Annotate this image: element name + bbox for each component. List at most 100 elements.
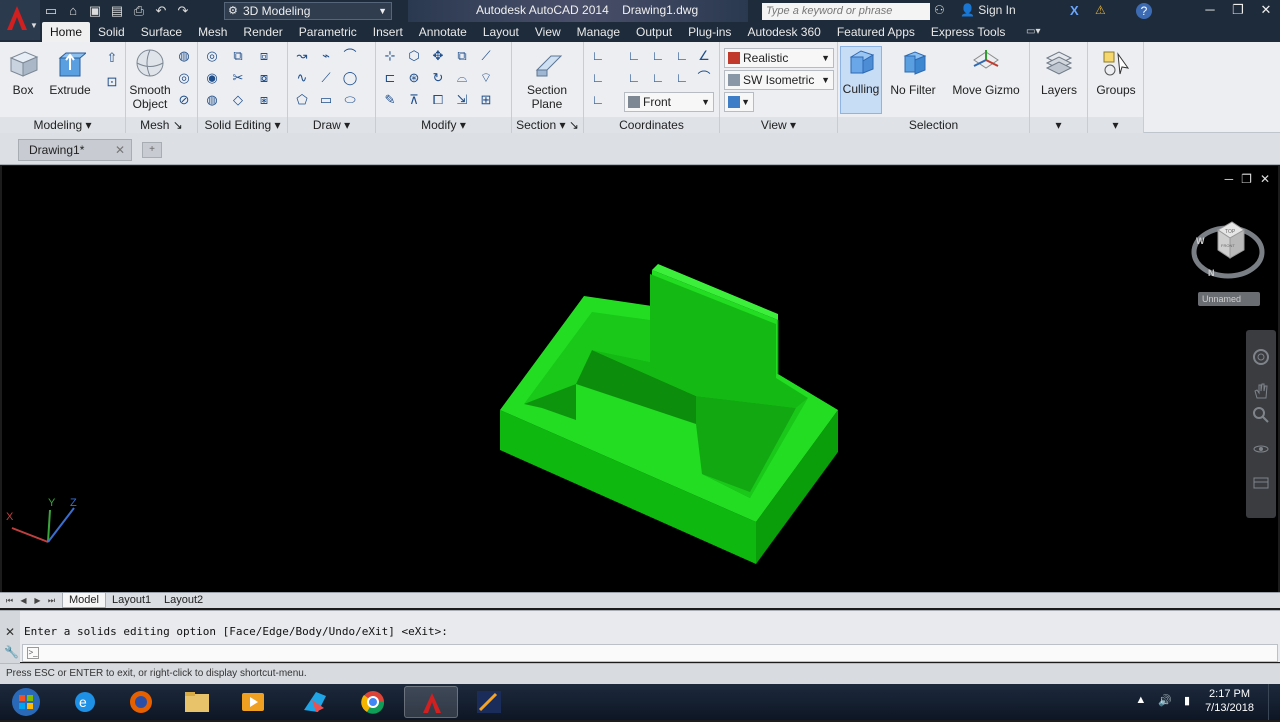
panel-title-section[interactable]: Section ▾ ↘ [512, 117, 583, 133]
prev-layout-icon[interactable]: ◀ [18, 595, 29, 606]
ellipse-icon[interactable]: ⬭ [340, 90, 360, 110]
search-input[interactable]: Type a keyword or phrase [762, 3, 930, 20]
save-icon[interactable]: ▣ [86, 2, 104, 20]
tab-express-tools[interactable]: Express Tools [923, 22, 1013, 42]
close-icon[interactable]: ✕ [5, 625, 15, 639]
ucs-named-icon[interactable]: ⌒ [694, 68, 714, 88]
tab-solid[interactable]: Solid [90, 22, 133, 42]
save-as-icon[interactable]: ▤ [108, 2, 126, 20]
ucs-3point-icon[interactable]: ∟ [672, 68, 692, 88]
visual-style-dropdown[interactable]: Realistic ▼ [724, 48, 834, 68]
stretch-icon[interactable]: ⇲ [452, 90, 472, 110]
ribbon-toggle-icon[interactable]: ▭▾ [1026, 26, 1040, 37]
panel-title-coordinates[interactable]: Coordinates [584, 117, 719, 133]
tab-featured-apps[interactable]: Featured Apps [829, 22, 923, 42]
redo-icon[interactable]: ↷ [174, 2, 192, 20]
view-direction-dropdown[interactable]: SW Isometric ▼ [724, 70, 834, 90]
taskbar-firefox[interactable] [114, 686, 168, 718]
drawing-viewport[interactable]: ─ ❐ ✕ TOP FRONT W N Unnamed X Y Z [2, 166, 1278, 592]
panel-title-modeling[interactable]: Modeling ▾ [0, 117, 125, 133]
line-icon[interactable]: ↝ [292, 46, 312, 66]
offset-icon[interactable]: ⌔ [476, 68, 496, 88]
tab-model[interactable]: Model [62, 593, 106, 608]
panel-title-solid-editing[interactable]: Solid Editing ▾ [198, 117, 287, 133]
mesh-refine-icon[interactable]: ⊘ [174, 90, 194, 110]
ucs-origin-icon[interactable]: ∟ [624, 46, 644, 66]
scale-icon[interactable]: ⧠ [428, 90, 448, 110]
tab-annotate[interactable]: Annotate [411, 22, 475, 42]
extract-edges-icon[interactable]: ⧈ [254, 46, 274, 66]
subtract-icon[interactable]: ◉ [202, 68, 222, 88]
taskbar-chrome[interactable] [346, 686, 400, 718]
rectangle-icon[interactable]: ▭ [316, 90, 336, 110]
tab-autodesk-360[interactable]: Autodesk 360 [739, 22, 828, 42]
ucs-view-dropdown[interactable]: Front ▼ [624, 92, 714, 112]
fillet-edge-icon[interactable]: ⧉ [228, 46, 248, 66]
match-properties-icon[interactable]: ✎ [380, 90, 400, 110]
sign-in-button[interactable]: 👤 Sign In [960, 3, 1016, 17]
close-button[interactable]: ✕ [1252, 0, 1280, 22]
first-layout-icon[interactable]: ⏮ [4, 595, 15, 606]
tab-surface[interactable]: Surface [133, 22, 190, 42]
command-input[interactable]: >_ [22, 644, 1278, 662]
no-filter-button[interactable]: No Filter [888, 48, 938, 97]
layers-button[interactable]: Layers [1038, 48, 1080, 97]
presspull-icon[interactable]: ⇧ [102, 48, 122, 68]
tab-layout1[interactable]: Layout1 [106, 593, 157, 608]
new-tab-button[interactable]: + [142, 142, 162, 158]
align-icon[interactable]: ⊏ [380, 68, 400, 88]
tab-layout[interactable]: Layout [475, 22, 527, 42]
box-button[interactable]: Box [6, 48, 40, 97]
ucs-zaxis-icon[interactable]: ∠ [694, 46, 714, 66]
polysolid-icon[interactable]: ⊡ [102, 72, 122, 92]
ucs-object-icon[interactable]: ∟ [648, 68, 668, 88]
extrude-button[interactable]: Extrude [48, 48, 92, 97]
panel-title-draw[interactable]: Draw ▾ [288, 117, 375, 133]
tray-expand-icon[interactable]: ▲ [1135, 694, 1146, 707]
panel-title-layers[interactable]: ▾ [1030, 117, 1087, 133]
last-layout-icon[interactable]: ⏭ [46, 595, 57, 606]
showmotion-icon[interactable] [1252, 474, 1270, 492]
open-icon[interactable]: ⌂ [64, 2, 82, 20]
taskbar-clock[interactable]: 2:17 PM 7/13/2018 [1205, 687, 1254, 715]
fillet-icon[interactable]: ⌓ [452, 68, 472, 88]
copy-icon[interactable]: ⧉ [452, 46, 472, 66]
tab-output[interactable]: Output [628, 22, 680, 42]
tab-mesh[interactable]: Mesh [190, 22, 235, 42]
intersect-icon[interactable]: ◍ [202, 90, 222, 110]
restore-button[interactable]: ❐ [1224, 0, 1252, 22]
rotate-icon[interactable]: ↻ [428, 68, 448, 88]
taskbar-file-explorer[interactable] [170, 686, 224, 718]
orbit-icon[interactable] [1252, 440, 1270, 458]
trim-icon[interactable]: ⟋ [476, 46, 496, 66]
workspace-selector[interactable]: ⚙ 3D Modeling ▼ [224, 2, 392, 20]
section-plane-button[interactable]: Section Plane [524, 48, 570, 111]
minimize-button[interactable]: ─ [1196, 0, 1224, 22]
ucs-view-icon[interactable]: ∟ [648, 46, 668, 66]
next-layout-icon[interactable]: ▶ [32, 595, 43, 606]
culling-button[interactable]: Culling [840, 46, 882, 114]
helix-icon[interactable]: ⟋ [316, 68, 336, 88]
smooth-object-button[interactable]: Smooth Object [128, 48, 172, 111]
taskbar-recorder[interactable] [462, 686, 516, 718]
show-desktop-button[interactable] [1268, 684, 1280, 720]
slice-icon[interactable]: ✂ [228, 68, 248, 88]
union-icon[interactable]: ◎ [202, 46, 222, 66]
tab-view[interactable]: View [527, 22, 569, 42]
binoculars-icon[interactable]: ⚇ [934, 3, 945, 17]
3d-rotate-icon[interactable]: ⬡ [404, 46, 424, 66]
zoom-extents-icon[interactable] [1252, 406, 1270, 424]
tab-parametric[interactable]: Parametric [291, 22, 365, 42]
pan-hand-icon[interactable] [1252, 382, 1270, 400]
panel-title-selection[interactable]: Selection [838, 117, 1029, 133]
ucs-icon[interactable]: ∟ [588, 46, 608, 66]
application-menu-button[interactable]: ▼ [0, 0, 40, 40]
plot-icon[interactable]: ⎙ [130, 2, 148, 20]
tab-plugins[interactable]: Plug-ins [680, 22, 739, 42]
move-gizmo-button[interactable]: Move Gizmo [946, 48, 1026, 97]
separate-icon[interactable]: ⧆ [254, 90, 274, 110]
file-tab-drawing1[interactable]: Drawing1* ✕ [18, 139, 132, 161]
start-button-icon[interactable] [8, 686, 44, 718]
imprint-icon[interactable]: ⧇ [254, 68, 274, 88]
ucs-x-icon[interactable]: ∟ [588, 68, 608, 88]
